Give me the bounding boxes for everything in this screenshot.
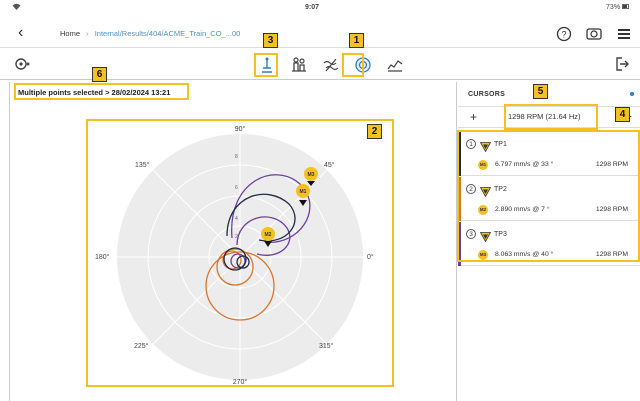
svg-text:?: ? bbox=[561, 30, 566, 40]
highlight-bearing-button bbox=[254, 53, 278, 77]
settings-icon[interactable] bbox=[14, 56, 30, 77]
status-bar: 9:07 73% bbox=[0, 0, 640, 18]
breadcrumb-separator: › bbox=[86, 29, 89, 38]
callout-5: 5 bbox=[533, 84, 548, 99]
wifi-icon bbox=[12, 3, 21, 12]
highlight-polar-button bbox=[342, 53, 364, 77]
battery-icon bbox=[622, 4, 629, 9]
highlight-polar-plot bbox=[86, 119, 394, 387]
battery-indicator: 73% bbox=[606, 4, 630, 11]
export-icon[interactable] bbox=[614, 56, 630, 77]
callout-4: 4 bbox=[615, 107, 630, 122]
back-button[interactable]: ‹ bbox=[18, 24, 23, 42]
rpm-plus-button[interactable]: + bbox=[470, 110, 477, 124]
highlight-cursor-list bbox=[457, 130, 640, 262]
callout-2: 2 bbox=[367, 124, 382, 139]
compare-icon[interactable] bbox=[318, 53, 344, 77]
clock: 9:07 bbox=[305, 4, 320, 11]
battery-percent: 73% bbox=[606, 4, 621, 11]
highlight-rpm bbox=[504, 104, 598, 130]
breadcrumb: Home › Internal/Results/404/ACME_Train_C… bbox=[60, 29, 240, 38]
highlight-selection-label bbox=[14, 83, 189, 100]
nav-bar: ‹ Home › Internal/Results/404/ACME_Train… bbox=[0, 20, 640, 48]
callout-6: 6 bbox=[92, 67, 107, 82]
cursors-indicator bbox=[630, 92, 634, 96]
trend-icon[interactable] bbox=[382, 53, 408, 77]
device-camera-icon[interactable] bbox=[584, 24, 604, 44]
breadcrumb-path[interactable]: Internal/Results/404/ACME_Train_CO_...00 bbox=[95, 29, 241, 38]
cursors-title: CURSORS bbox=[468, 91, 506, 98]
breadcrumb-home[interactable]: Home bbox=[60, 29, 80, 38]
menu-icon[interactable] bbox=[614, 24, 634, 44]
callout-1: 1 bbox=[349, 33, 364, 48]
machine-icon[interactable] bbox=[286, 53, 312, 77]
callout-3: 3 bbox=[263, 33, 278, 48]
help-icon[interactable]: ? bbox=[554, 24, 574, 44]
